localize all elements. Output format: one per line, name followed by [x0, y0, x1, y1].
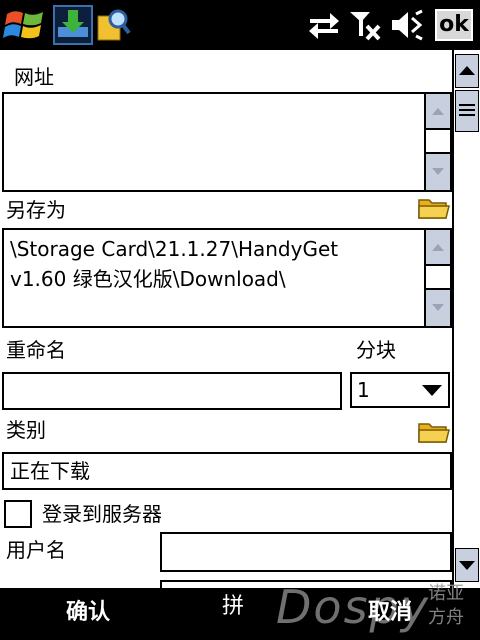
category-value: 正在下载	[10, 459, 90, 483]
volume-icon[interactable]	[390, 8, 426, 42]
page-scrollbar[interactable]	[452, 50, 480, 588]
status-bar: ok	[0, 0, 480, 50]
input-method-button[interactable]: 拼	[222, 592, 244, 622]
save-as-line-1: \Storage Card\21.1.27\HandyGet	[10, 237, 339, 261]
scroll-down-button[interactable]	[455, 548, 479, 582]
watermark-sub-1: 诺亚	[428, 583, 464, 604]
url-label: 网址	[14, 65, 54, 89]
save-as-scrollbar[interactable]	[424, 230, 450, 326]
url-textarea[interactable]	[2, 92, 452, 192]
ok-button[interactable]: ok	[435, 9, 473, 41]
no-signal-icon[interactable]	[347, 8, 383, 42]
scroll-track[interactable]	[426, 128, 450, 154]
sync-icon[interactable]	[306, 8, 342, 42]
download-form: 网址 另存为 \Storage Card\21.1.27\HandyGet v1…	[0, 50, 452, 588]
scroll-up-button[interactable]	[455, 54, 479, 88]
split-select[interactable]: 1	[350, 372, 450, 408]
save-as-textarea[interactable]: \Storage Card\21.1.27\HandyGet v1.60 绿色汉…	[2, 228, 452, 328]
search-folder-icon[interactable]	[95, 6, 131, 44]
rename-label: 重命名	[6, 338, 66, 362]
login-checkbox[interactable]	[4, 500, 32, 528]
folder-icon[interactable]	[418, 196, 450, 220]
scroll-up-button[interactable]	[426, 94, 450, 128]
save-as-label: 另存为	[6, 198, 66, 222]
download-app-icon[interactable]	[53, 5, 93, 45]
username-label: 用户名	[6, 538, 66, 562]
rename-input[interactable]	[2, 372, 342, 410]
split-label: 分块	[356, 338, 396, 362]
scroll-up-button[interactable]	[426, 230, 450, 264]
login-label[interactable]: 登录到服务器	[42, 502, 162, 526]
username-input[interactable]	[160, 532, 452, 572]
scroll-track[interactable]	[426, 264, 450, 290]
chevron-down-icon	[422, 385, 442, 396]
windows-start-icon[interactable]	[3, 6, 47, 44]
category-field[interactable]: 正在下载	[2, 452, 452, 490]
category-label: 类别	[6, 418, 46, 442]
folder-icon[interactable]	[418, 420, 450, 444]
save-as-line-2: v1.60 绿色汉化版\Download\	[10, 267, 286, 291]
scroll-down-button[interactable]	[426, 290, 450, 326]
cancel-softkey[interactable]: 取消	[368, 598, 412, 628]
confirm-softkey[interactable]: 确认	[66, 598, 110, 628]
softkey-bar: 确认 拼 Dospy 取消 诺亚 方舟	[0, 580, 480, 640]
watermark-sub-2: 方舟	[428, 607, 464, 628]
split-value: 1	[357, 378, 370, 402]
url-scrollbar[interactable]	[424, 94, 450, 190]
scroll-thumb[interactable]	[455, 90, 479, 132]
scroll-down-button[interactable]	[426, 154, 450, 190]
